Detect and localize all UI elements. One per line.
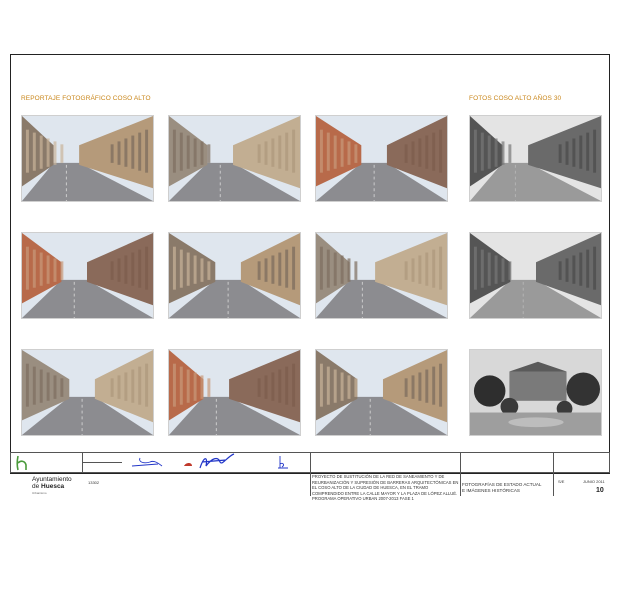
date-value: JUNIO 2011 — [583, 479, 605, 484]
photo-coso-alto-1 — [21, 115, 154, 202]
sheet-number: 10 — [596, 487, 604, 494]
project-code: 13302 — [88, 480, 100, 485]
section-title-current: REPORTAJE FOTOGRÁFICO COSO ALTO — [21, 95, 151, 102]
photo-coso-alto-4 — [21, 232, 154, 319]
scale-value: S/E — [558, 479, 565, 484]
signature-1 — [131, 457, 163, 467]
photo-coso-alto-7 — [21, 349, 154, 436]
photo-historic-1 — [469, 115, 602, 202]
photo-coso-alto-8 — [168, 349, 301, 436]
signature-2 — [184, 453, 235, 469]
photo-coso-alto-6 — [315, 232, 448, 319]
photo-coso-alto-2 — [168, 115, 301, 202]
photo-coso-alto-3 — [315, 115, 448, 202]
huesca-logo-icon — [16, 455, 27, 471]
title-block: Ayuntamiento de Huesca Urbanismo 13302 P… — [10, 452, 610, 501]
logo-subtitle: Urbanismo — [32, 491, 47, 495]
plan-title-line-2: E IMÁGENES HISTÓRICAS — [462, 488, 520, 493]
project-description: PROYECTO DE SUSTITUCIÓN DE LA RED DE SAN… — [312, 474, 459, 502]
photo-coso-alto-9 — [315, 349, 448, 436]
logo-line-1: Ayuntamiento — [32, 476, 72, 483]
plan-title-line-1: FOTOGRAFÍAS DE ESTADO ACTUAL — [462, 482, 542, 487]
signature-3 — [278, 456, 288, 469]
photo-historic-2 — [469, 232, 602, 319]
logo-line-2: de Huesca — [32, 483, 65, 490]
photo-historic-3 — [469, 349, 602, 436]
section-title-historic: FOTOS COSO ALTO AÑOS 30 — [469, 95, 562, 102]
photo-coso-alto-5 — [168, 232, 301, 319]
